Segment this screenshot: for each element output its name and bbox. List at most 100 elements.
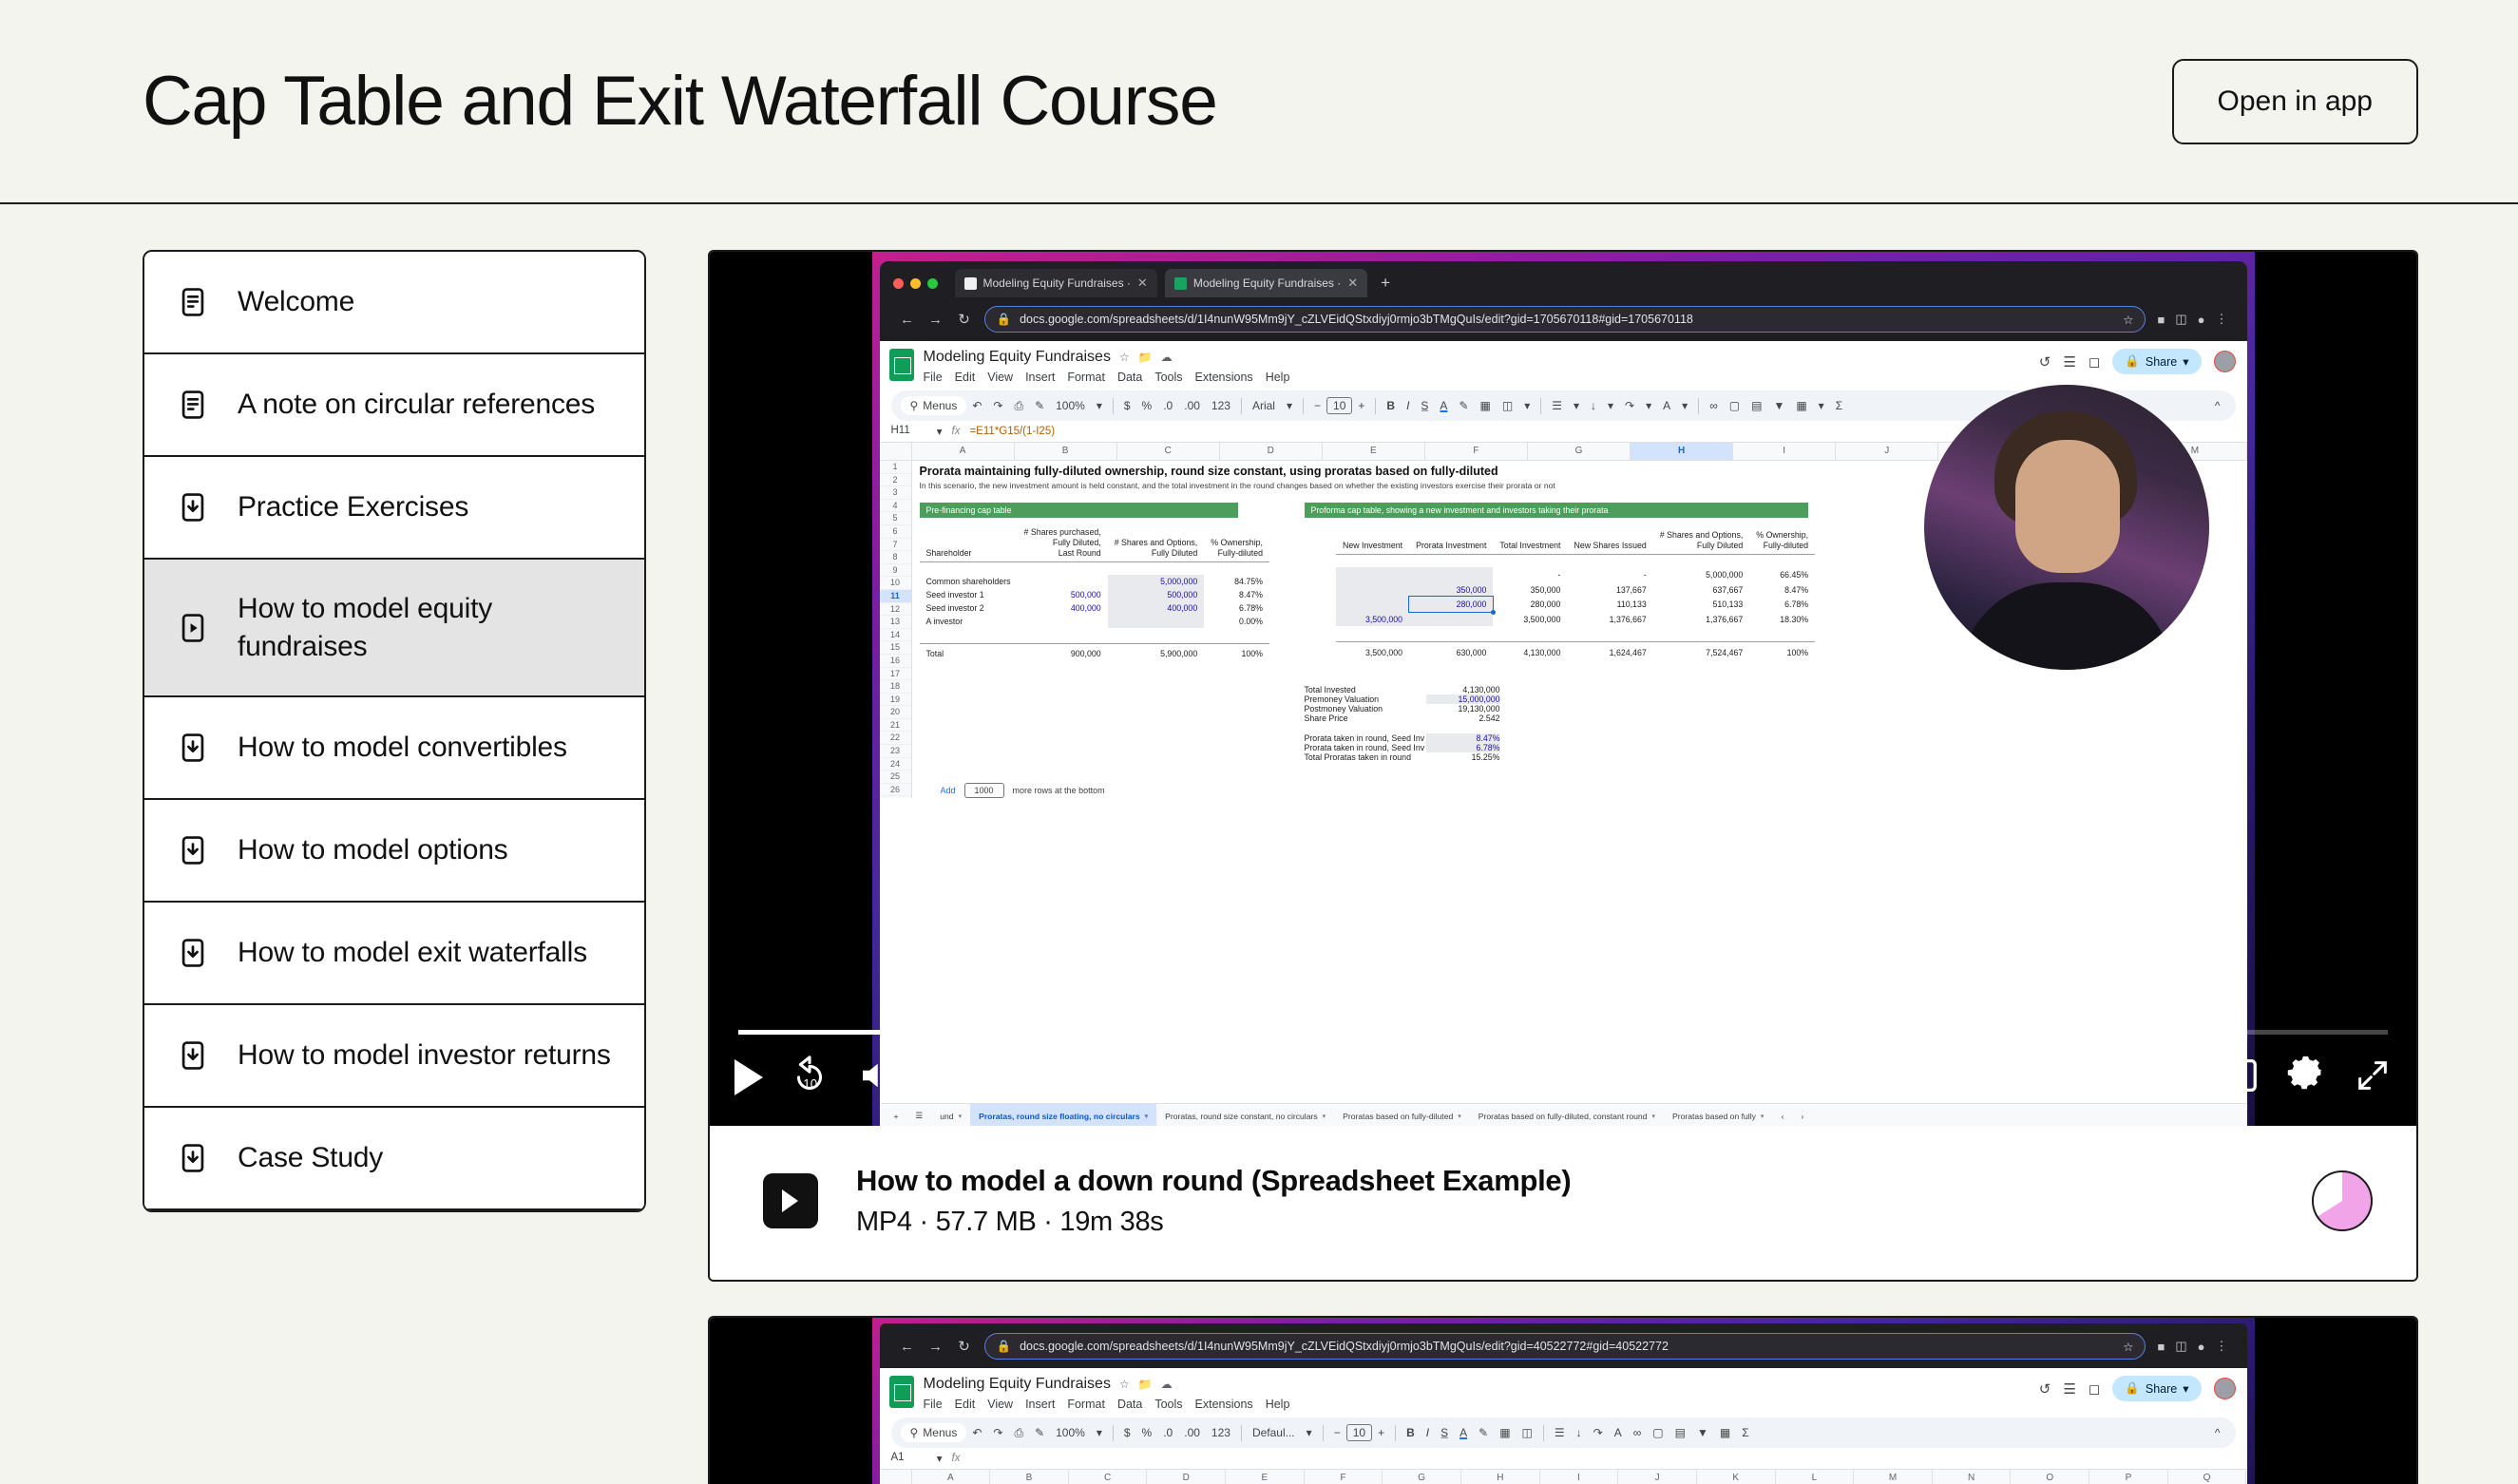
table-cell[interactable]: 3,500,000 (1336, 611, 1410, 627)
sheets-menu-format[interactable]: Format (1067, 371, 1105, 384)
functions-icon[interactable]: Σ (1830, 399, 1848, 412)
borders-icon[interactable]: ▦ (1494, 1426, 1516, 1439)
table-cell[interactable] (1018, 615, 1108, 628)
column-header-L[interactable]: L (1776, 1470, 1855, 1484)
table-cell[interactable]: 5,000,000 (1107, 575, 1205, 589)
sheets-menu-view[interactable]: View (987, 1398, 1013, 1411)
table-cell[interactable]: 18.30% (1749, 612, 1815, 627)
horizontal-align-icon[interactable]: ☰ (1549, 1426, 1571, 1439)
second-video-player[interactable]: ← → ↻ 🔒 docs.google.com/spreadsheets/d/1… (710, 1318, 2416, 1484)
insert-comment-icon[interactable]: ▢ (1647, 1426, 1669, 1439)
table-row[interactable]: - -5,000,000 66.45% (1336, 567, 1815, 582)
volume-icon[interactable] (856, 1056, 896, 1100)
second-name-box[interactable]: A1 ▾ (891, 1452, 943, 1465)
name-box[interactable]: H11 ▾ (891, 425, 943, 438)
table-cell[interactable]: 0.00% (1204, 615, 1269, 628)
sidebar-item-how-to-model-exit-waterfalls[interactable]: How to model exit waterfalls (144, 903, 644, 1006)
sheets-menu-extensions[interactable]: Extensions (1195, 371, 1253, 384)
italic-button[interactable]: I (1401, 399, 1415, 412)
undo-icon[interactable]: ↶ (966, 1426, 987, 1439)
menus-search-button[interactable]: ⚲ Menus (900, 1423, 967, 1442)
forward-icon[interactable]: → (927, 1339, 944, 1355)
sidebar-item-how-to-model-equity-fundraises[interactable]: How to model equity fundraises (144, 560, 644, 698)
table-cell[interactable]: 280,000 (1493, 597, 1567, 612)
row-header-20[interactable]: 20 (879, 706, 911, 719)
strikethrough-button[interactable]: S̲ (1415, 399, 1434, 412)
extension-icon[interactable]: ■ (2157, 313, 2165, 327)
more-formats-button[interactable]: 123 (1206, 399, 1236, 412)
column-header-M[interactable]: M (1854, 1470, 1933, 1484)
table-cell[interactable] (1336, 567, 1410, 582)
fill-color-icon[interactable]: ✎ (1453, 399, 1474, 412)
meet-icon[interactable]: ◻ (2089, 353, 2100, 371)
extension-icon[interactable]: ■ (2157, 1340, 2165, 1354)
sidebar-item-case-study[interactable]: Case Study (144, 1108, 644, 1211)
chevron-down-icon[interactable]: ▾ (1091, 399, 1108, 412)
table-cell[interactable]: 1,376,667 (1653, 612, 1750, 627)
row-header-10[interactable]: 10 (879, 577, 911, 590)
reload-icon[interactable]: ↻ (956, 1338, 973, 1355)
increase-font-size-button[interactable]: + (1352, 399, 1370, 412)
column-header-C[interactable]: C (1069, 1470, 1148, 1484)
decrease-decimal-icon[interactable]: .0 (1157, 399, 1178, 412)
table-row[interactable]: 350,000 350,000 137,667 637,667 8.47% (1336, 581, 1815, 598)
version-history-icon[interactable]: ↺ (2039, 353, 2051, 371)
sheets-doc-title[interactable]: Modeling Equity Fundraises (924, 349, 1111, 366)
column-header-K[interactable]: K (1697, 1470, 1776, 1484)
italic-button[interactable]: I (1421, 1426, 1435, 1439)
table-cell[interactable]: 6.78% (1204, 601, 1269, 615)
sheets-menu-file[interactable]: File (924, 371, 943, 384)
horizontal-align-icon[interactable]: ☰ (1546, 399, 1568, 412)
increase-font-size-button[interactable]: + (1372, 1426, 1390, 1439)
insert-chart-icon[interactable]: ▤ (1669, 1426, 1691, 1439)
font-size-input[interactable]: 10 (1326, 397, 1353, 414)
percent-format-button[interactable]: % (1136, 399, 1158, 412)
new-tab-button[interactable]: + (1375, 274, 1396, 293)
menu-icon[interactable]: ⋮ (2216, 312, 2228, 327)
column-header-E[interactable]: E (1323, 443, 1425, 460)
comment-history-icon[interactable]: ☰ (2063, 1380, 2075, 1398)
table-cell[interactable]: 5,000,000 (1653, 567, 1750, 582)
sheets-menu-tools[interactable]: Tools (1154, 1398, 1182, 1411)
avatar[interactable] (2213, 351, 2236, 372)
row-header-4[interactable]: 4 (879, 500, 911, 513)
merge-cells-icon[interactable]: ◫ (1517, 1426, 1538, 1439)
version-history-icon[interactable]: ↺ (2039, 1380, 2051, 1398)
row-header-26[interactable]: 26 (879, 784, 911, 797)
chevron-down-icon[interactable]: ▾ (937, 425, 943, 438)
column-header-I[interactable]: I (1733, 443, 1837, 460)
table-cell[interactable]: 637,667 (1653, 582, 1750, 598)
column-header-H[interactable]: H (1461, 1470, 1540, 1484)
table-row[interactable]: 3,500,000 3,500,000 1,376,667 1,376,667 18.3… (1336, 611, 1815, 627)
row-header-3[interactable]: 3 (879, 486, 911, 500)
currency-format-button[interactable]: $ (1118, 1426, 1136, 1439)
sheets-menu-tools[interactable]: Tools (1154, 371, 1182, 384)
sheets-menu-view[interactable]: View (987, 371, 1013, 384)
redo-icon[interactable]: ↷ (987, 399, 1008, 412)
currency-format-button[interactable]: $ (1118, 399, 1136, 412)
column-header-O[interactable]: O (2011, 1470, 2090, 1484)
table-cell[interactable]: 350,000 (1409, 581, 1494, 598)
decrease-font-size-button[interactable]: − (1328, 1426, 1346, 1439)
borders-icon[interactable]: ▦ (1475, 399, 1497, 412)
row-header-5[interactable]: 5 (879, 512, 911, 525)
table-row[interactable]: 280,000 280,000 110,133 510,133 6.78% (1336, 596, 1815, 615)
paint-format-icon[interactable]: ✎ (1029, 1426, 1050, 1439)
sheets-menu-insert[interactable]: Insert (1025, 1398, 1055, 1411)
table-cell[interactable]: 8.47% (1749, 582, 1815, 598)
browser-tab[interactable]: Modeling Equity Fundraises · ✕ (954, 269, 1157, 297)
table-cell[interactable]: 500,000 (1018, 588, 1108, 601)
table-cell[interactable]: 400,000 (1018, 601, 1108, 615)
table-cell[interactable] (1336, 581, 1410, 598)
video-player[interactable]: Modeling Equity Fundraises · ✕ Modeling … (710, 252, 2416, 1126)
chevron-down-icon[interactable]: ▾ (1091, 1426, 1108, 1439)
zoom-level[interactable]: 100% (1050, 1426, 1091, 1439)
sheets-menu-help[interactable]: Help (1266, 1398, 1290, 1411)
table-cell[interactable] (1409, 611, 1494, 627)
table-cell[interactable]: - (1493, 567, 1567, 582)
font-size-input[interactable]: 10 (1345, 1424, 1373, 1441)
chevron-down-icon[interactable]: ▾ (1813, 399, 1830, 412)
print-icon[interactable]: ⎙ (1008, 399, 1029, 413)
redo-icon[interactable]: ↷ (987, 1426, 1008, 1439)
url-input[interactable]: 🔒 docs.google.com/spreadsheets/d/1I4nunW… (983, 306, 2146, 333)
